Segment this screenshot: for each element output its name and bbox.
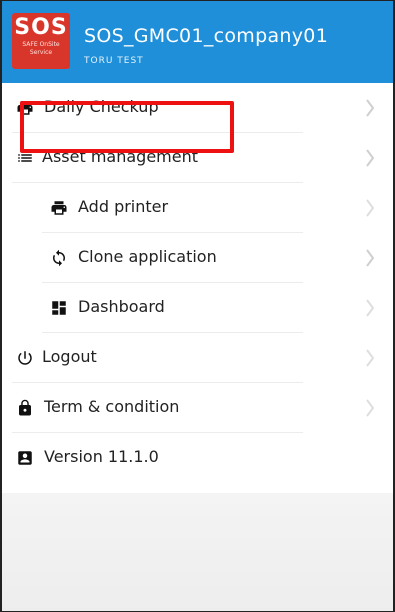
highlight-box	[20, 101, 234, 153]
chevron-right-icon	[365, 248, 375, 268]
menu-item-version: Version 11.1.0	[2, 433, 393, 483]
menu-item-term-condition[interactable]: Term & condition	[2, 383, 393, 433]
power-icon	[16, 349, 34, 367]
logo-subtext: SAFE OnSite Service	[22, 41, 60, 56]
menu-item-clone-application[interactable]: Clone application	[2, 233, 393, 283]
lock-icon	[16, 399, 34, 417]
chevron-right-icon	[365, 148, 375, 168]
menu-item-label: Add printer	[78, 197, 169, 216]
menu-item-add-printer[interactable]: Add printer	[2, 183, 393, 233]
menu-item-logout[interactable]: Logout	[2, 333, 393, 383]
account-box-icon	[16, 449, 34, 467]
app-frame: SOS SAFE OnSite Service SOS_GMC01_compan…	[0, 0, 395, 612]
menu-item-dashboard[interactable]: Dashboard	[2, 283, 393, 333]
drawer-header: SOS SAFE OnSite Service SOS_GMC01_compan…	[2, 1, 393, 83]
dashboard-icon	[50, 299, 68, 317]
company-name: SOS_GMC01_company01	[84, 25, 329, 47]
logo-text: SOS	[14, 15, 68, 40]
menu-item-label: Dashboard	[78, 297, 165, 316]
printer-icon	[50, 199, 68, 217]
chevron-right-icon	[365, 348, 375, 368]
version-label: Version 11.1.0	[44, 447, 159, 466]
sos-logo: SOS SAFE OnSite Service	[12, 13, 70, 69]
chevron-right-icon	[365, 98, 375, 118]
chevron-right-icon	[365, 198, 375, 218]
menu-item-label: Clone application	[78, 247, 217, 266]
chevron-right-icon	[365, 298, 375, 318]
chevron-right-icon	[365, 398, 375, 418]
menu-item-label: Term & condition	[44, 397, 180, 416]
sync-icon	[50, 249, 68, 267]
menu-item-label: Logout	[42, 347, 97, 366]
user-name: TORU TEST	[84, 56, 144, 66]
drawer-empty-area	[2, 493, 393, 611]
